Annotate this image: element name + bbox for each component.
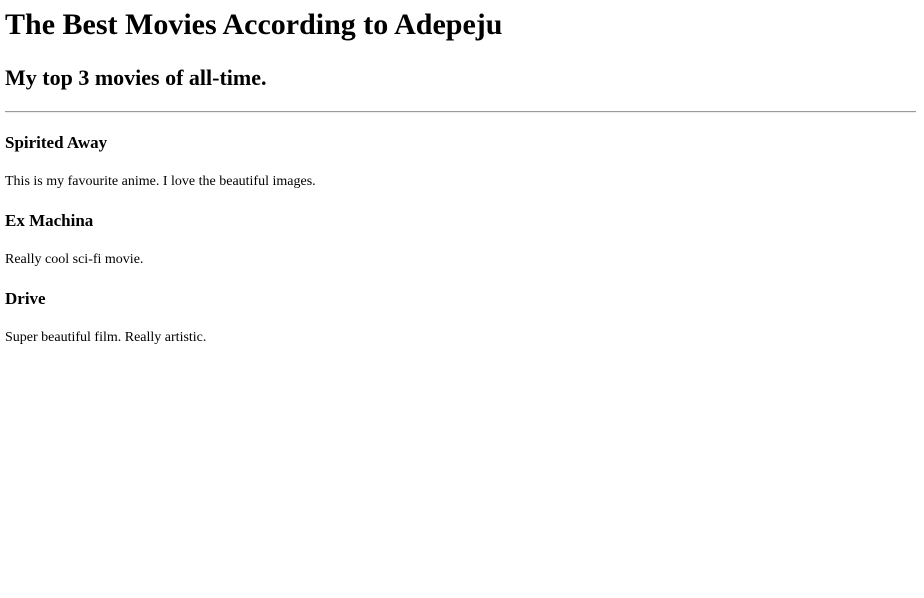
movie-description: This is my favourite anime. I love the b…: [5, 174, 316, 189]
movie-item: Ex Machina Really cool sci-fi movie.: [5, 211, 916, 268]
movie-item: Drive Super beautiful film. Really artis…: [5, 289, 916, 346]
page-subtitle: My top 3 movies of all-time.: [5, 65, 267, 90]
movie-description: Really cool sci-fi movie.: [5, 252, 144, 267]
page-title: The Best Movies According to Adepeju: [5, 8, 503, 41]
movie-title: Drive: [5, 289, 46, 308]
divider: [5, 111, 916, 113]
movie-description: Super beautiful film. Really artistic.: [5, 330, 207, 345]
movie-title: Ex Machina: [5, 211, 94, 230]
movie-item: Spirited Away This is my favourite anime…: [5, 133, 916, 190]
movie-title: Spirited Away: [5, 133, 108, 152]
